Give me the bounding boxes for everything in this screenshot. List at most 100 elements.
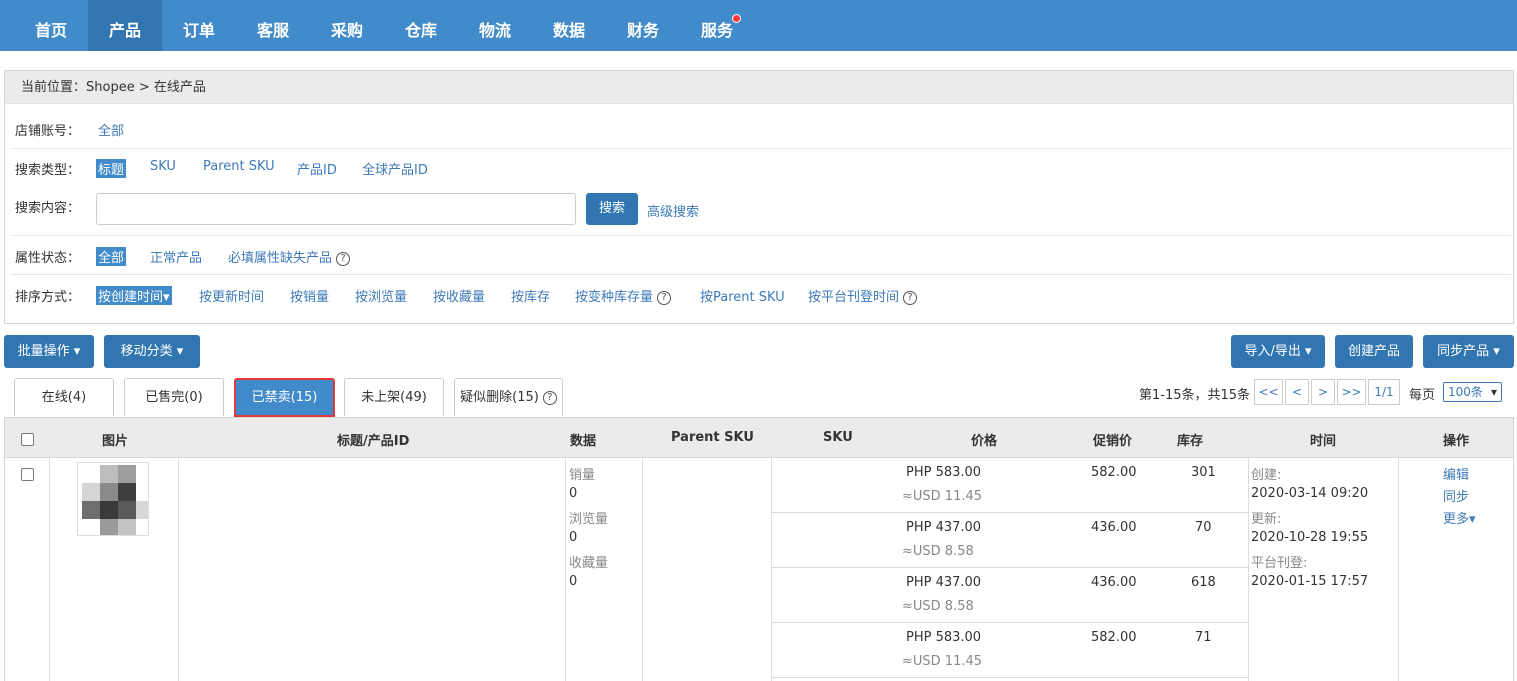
search-content-label: 搜索内容： <box>15 201 81 216</box>
stat-sales-label: 销量 <box>569 468 596 483</box>
search-type-sku[interactable]: SKU <box>150 159 176 174</box>
sort-sales[interactable]: 按销量 <box>290 286 329 305</box>
nav-finance[interactable]: 财务 <box>606 0 680 51</box>
tab-sold-out[interactable]: 已售完(0) <box>124 378 224 416</box>
edit-link[interactable]: 编辑 <box>1443 464 1469 483</box>
attr-status-missing-label: 必填属性缺失产品 <box>228 251 333 266</box>
divider <box>11 274 1511 275</box>
advanced-search-link[interactable]: 高级搜索 <box>647 201 699 220</box>
filter-panel: 当前位置：Shopee > 在线产品 店铺账号： 全部 搜索类型： 标题 SKU… <box>4 70 1514 324</box>
batch-operations-button[interactable]: 批量操作 ▾ <box>4 335 94 368</box>
prev-page-button[interactable]: < <box>1285 379 1309 405</box>
stat-views-value: 0 <box>569 530 578 545</box>
sync-products-button[interactable]: 同步产品 ▾ <box>1423 335 1514 368</box>
variant-price: PHP 583.00 <box>906 630 982 645</box>
nav-logistics[interactable]: 物流 <box>458 0 532 51</box>
shop-option-all[interactable]: 全部 <box>98 120 124 139</box>
help-icon[interactable]: ? <box>657 290 672 305</box>
sort-publish-time-label: 按平台刊登时间 <box>808 290 900 305</box>
table-header: 图片 标题/产品ID 数据 Parent SKU SKU 价格 促销价 库存 时… <box>4 417 1514 458</box>
nav-warehouse[interactable]: 仓库 <box>384 0 458 51</box>
search-input[interactable] <box>96 193 576 225</box>
col-sku: SKU <box>823 430 853 445</box>
col-stock: 库存 <box>1177 434 1204 449</box>
divider <box>11 235 1511 236</box>
divider <box>771 567 1248 568</box>
search-type-global-product-id[interactable]: 全球产品ID <box>362 159 428 178</box>
page-indicator[interactable]: 1/1 <box>1368 379 1400 405</box>
sort-variant-stock[interactable]: 按变种库存量? <box>575 286 672 305</box>
more-actions-link[interactable]: 更多▾ <box>1443 508 1476 527</box>
stat-favorites-value: 0 <box>569 574 578 589</box>
help-icon[interactable]: ? <box>336 251 351 266</box>
import-export-button[interactable]: 导入/导出 ▾ <box>1231 335 1325 368</box>
chevron-down-icon: ▾ <box>1490 385 1497 399</box>
tab-banned[interactable]: 已禁卖(15) <box>234 378 335 417</box>
variant-price: PHP 437.00 <box>906 575 982 590</box>
tab-suspected-deleted[interactable]: 疑似删除(15)? <box>454 378 563 416</box>
col-price: 价格 <box>971 434 998 449</box>
variant-price: PHP 437.00 <box>906 520 982 535</box>
next-page-button[interactable]: > <box>1311 379 1335 405</box>
divider <box>771 458 772 681</box>
row-checkbox[interactable] <box>21 468 34 481</box>
variant-stock: 618 <box>1191 575 1216 590</box>
stat-views-label: 浏览量 <box>569 512 609 527</box>
sort-stock[interactable]: 按库存 <box>511 286 550 305</box>
stat-favorites-label: 收藏量 <box>569 556 609 571</box>
nav-data[interactable]: 数据 <box>532 0 606 51</box>
nav-purchasing[interactable]: 采购 <box>310 0 384 51</box>
divider <box>178 458 179 681</box>
col-data: 数据 <box>570 434 597 449</box>
tab-online[interactable]: 在线(4) <box>14 378 114 416</box>
sync-link[interactable]: 同步 <box>1443 486 1469 505</box>
col-actions: 操作 <box>1443 434 1470 449</box>
variant-stock: 301 <box>1191 465 1216 480</box>
create-product-button[interactable]: 创建产品 <box>1335 335 1413 368</box>
per-page-select[interactable]: 100条 ▾ <box>1443 382 1502 402</box>
col-time: 时间 <box>1310 434 1337 449</box>
variant-stock: 71 <box>1195 630 1212 645</box>
divider <box>11 148 1511 149</box>
select-all-checkbox[interactable] <box>21 433 34 446</box>
sort-created[interactable]: 按创建时间▾ <box>96 286 172 305</box>
sort-parent-sku[interactable]: 按Parent SKU <box>700 286 785 305</box>
product-thumbnail[interactable] <box>77 462 149 536</box>
sort-updated[interactable]: 按更新时间 <box>199 286 264 305</box>
help-icon[interactable]: ? <box>542 390 557 405</box>
table-row: 销量 0 浏览量 0 收藏量 0 PHP 583.00 ≈USD 11.45 5… <box>4 458 1514 681</box>
divider <box>642 458 643 681</box>
nav-orders[interactable]: 订单 <box>162 0 236 51</box>
nav-services[interactable]: 服务 <box>680 0 754 51</box>
variant-price-usd: ≈USD 11.45 <box>902 654 983 669</box>
attr-status-missing[interactable]: 必填属性缺失产品? <box>228 247 351 266</box>
variant-price-usd: ≈USD 11.45 <box>902 489 983 504</box>
search-type-parent-sku[interactable]: Parent SKU <box>203 159 275 174</box>
variant-price: PHP 583.00 <box>906 465 982 480</box>
move-category-button[interactable]: 移动分类 ▾ <box>104 335 200 368</box>
last-page-button[interactable]: >> <box>1337 379 1366 405</box>
nav-services-label: 服务 <box>700 21 733 40</box>
sort-variant-stock-label: 按变种库存量 <box>575 290 654 305</box>
attr-status-all[interactable]: 全部 <box>96 247 127 266</box>
attr-status-normal[interactable]: 正常产品 <box>150 247 202 266</box>
sort-views[interactable]: 按浏览量 <box>355 286 407 305</box>
search-type-label: 搜索类型： <box>15 163 81 178</box>
nav-customer-service[interactable]: 客服 <box>236 0 310 51</box>
divider <box>565 458 566 681</box>
tab-unlisted[interactable]: 未上架(49) <box>344 378 444 416</box>
breadcrumb: 当前位置：Shopee > 在线产品 <box>5 71 1513 104</box>
nav-home[interactable]: 首页 <box>14 0 88 51</box>
search-type-product-id[interactable]: 产品ID <box>297 159 337 178</box>
sort-publish-time[interactable]: 按平台刊登时间? <box>808 286 918 305</box>
notification-dot <box>732 14 741 23</box>
variant-promo-price: 582.00 <box>1091 465 1137 480</box>
variant-promo-price: 436.00 <box>1091 575 1137 590</box>
created-time: 2020-03-14 09:20 <box>1251 486 1369 501</box>
search-type-title[interactable]: 标题 <box>96 159 127 178</box>
help-icon[interactable]: ? <box>903 290 918 305</box>
search-button[interactable]: 搜索 <box>586 193 638 225</box>
sort-favorites[interactable]: 按收藏量 <box>433 286 485 305</box>
first-page-button[interactable]: << <box>1254 379 1283 405</box>
nav-products[interactable]: 产品 <box>88 0 162 51</box>
